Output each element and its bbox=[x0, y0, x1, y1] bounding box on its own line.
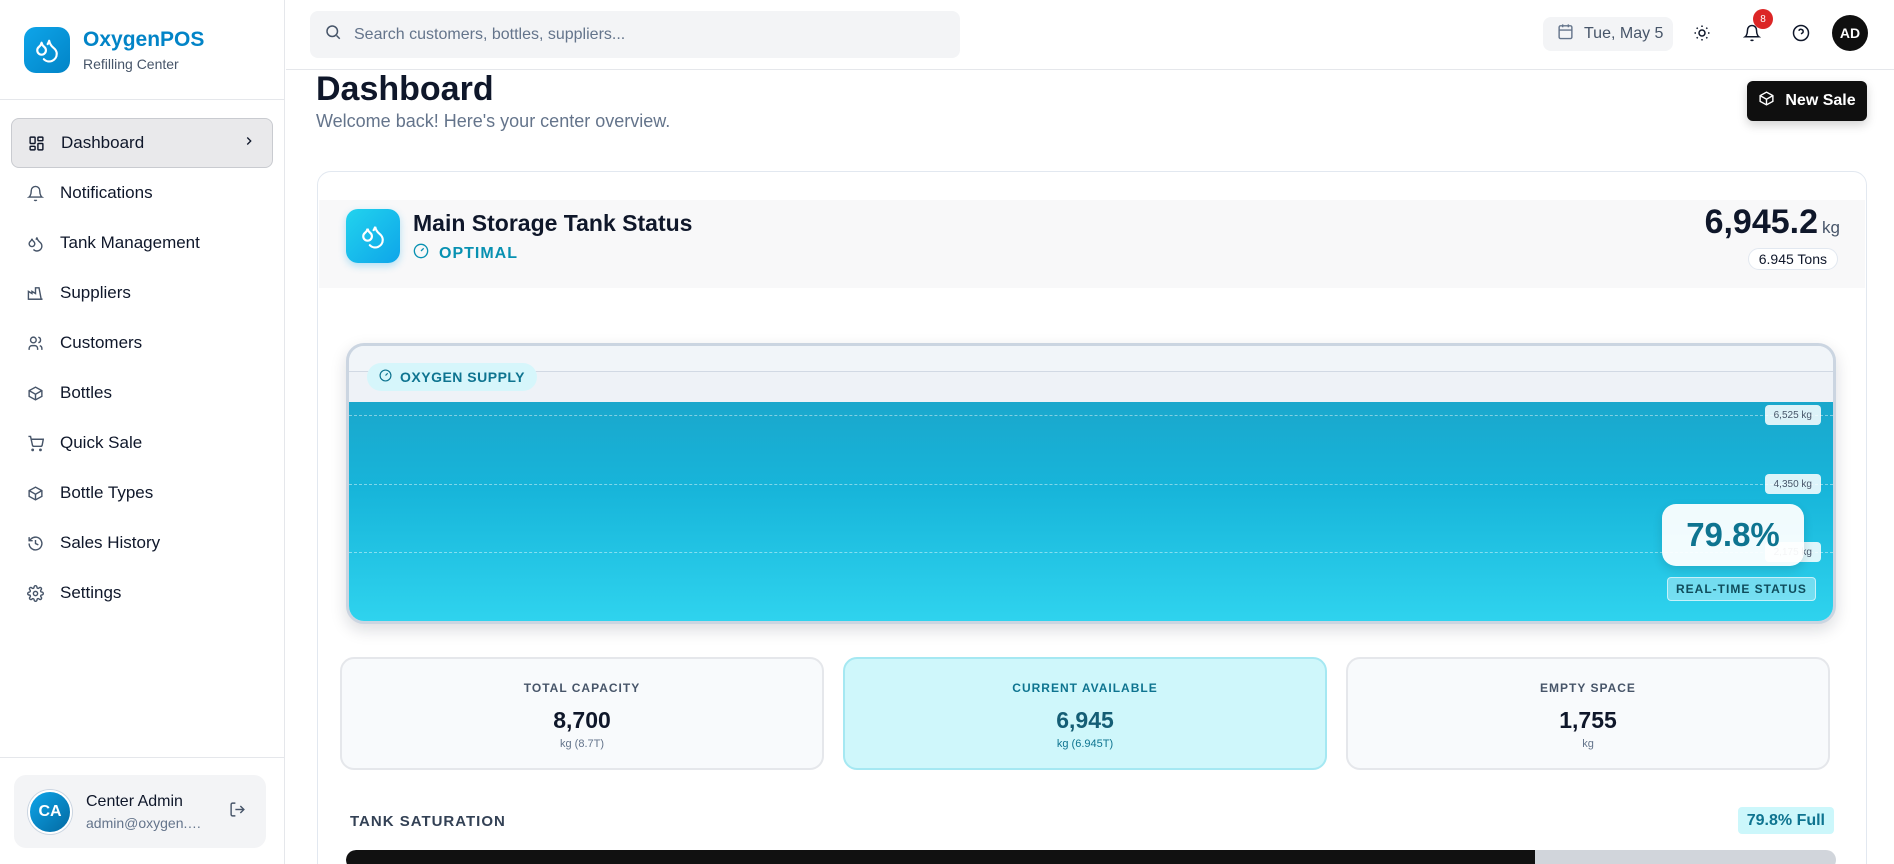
sidebar-item-sales-history[interactable]: Sales History bbox=[11, 518, 273, 568]
tank-gridline-label: 6,525 kg bbox=[1764, 405, 1821, 425]
stat-unit: kg (6.945T) bbox=[1056, 738, 1114, 750]
tank-liquid bbox=[349, 402, 1833, 621]
user-avatar-button[interactable]: AD bbox=[1832, 15, 1868, 51]
tank-saturation-label: TANK SATURATION bbox=[350, 813, 506, 830]
tank-gridline-label: 4,350 kg bbox=[1764, 474, 1821, 494]
sidebar-item-dashboard[interactable]: Dashboard bbox=[11, 118, 273, 168]
sidebar-item-label: Notifications bbox=[60, 183, 153, 202]
avatar: CA bbox=[28, 789, 72, 834]
stat-unit: kg bbox=[1582, 738, 1594, 750]
layout-grid-icon bbox=[27, 134, 45, 152]
brand[interactable]: OxygenPOS Refilling Center bbox=[0, 0, 284, 100]
tank-status-card: Main Storage Tank Status OPTIMAL 6,945.2… bbox=[317, 171, 1867, 864]
user-email: admin@oxygen.c... bbox=[86, 814, 204, 831]
tank-saturation-fill bbox=[346, 850, 1536, 864]
tank-gridline bbox=[349, 484, 1833, 485]
sidebar-item-label: Sales History bbox=[60, 533, 161, 552]
date-chip[interactable]: Tue, May 5 bbox=[1543, 17, 1673, 51]
gauge-icon bbox=[413, 243, 429, 264]
droplets-icon bbox=[346, 209, 400, 263]
page-title: Dashboard bbox=[316, 70, 494, 108]
tank-status: OPTIMAL bbox=[413, 243, 518, 264]
date-text: Tue, May 5 bbox=[1584, 25, 1664, 42]
stat-label: CURRENT AVAILABLE bbox=[1012, 681, 1158, 695]
brand-name: OxygenPOS bbox=[83, 27, 205, 51]
search-icon bbox=[324, 23, 342, 46]
theme-toggle-sun-icon[interactable] bbox=[1691, 22, 1713, 44]
tank-percent: 79.8% bbox=[1662, 504, 1804, 566]
help-icon[interactable] bbox=[1790, 22, 1812, 44]
cart-icon bbox=[26, 434, 44, 452]
tank-value: 6,945.2 kg bbox=[1705, 203, 1840, 242]
topbar: Tue, May 5 8 AD bbox=[286, 0, 1894, 70]
sidebar-item-bottles[interactable]: Bottles bbox=[11, 368, 273, 418]
tank-gridline bbox=[349, 415, 1833, 416]
sidebar-item-label: Settings bbox=[60, 583, 122, 602]
stat-value: 1,755 bbox=[1559, 707, 1617, 733]
brand-subtitle: Refilling Center bbox=[83, 55, 179, 72]
stat-value: 6,945 bbox=[1056, 707, 1114, 733]
droplets-icon bbox=[26, 234, 44, 252]
stat-unit: kg (8.7T) bbox=[559, 738, 604, 750]
stat-value: 8,700 bbox=[553, 707, 611, 733]
package-icon bbox=[26, 384, 44, 402]
users-icon bbox=[26, 334, 44, 352]
oxygen-supply-label: OXYGEN SUPPLY bbox=[400, 369, 526, 385]
package-icon bbox=[26, 484, 44, 502]
sidebar-item-suppliers[interactable]: Suppliers bbox=[11, 268, 273, 318]
stat-label: TOTAL CAPACITY bbox=[523, 681, 641, 695]
new-sale-label: New Sale bbox=[1785, 92, 1856, 109]
stat-label: EMPTY SPACE bbox=[1540, 681, 1636, 695]
oxygen-supply-badge: OXYGEN SUPPLY bbox=[367, 363, 538, 391]
user-name: Center Admin bbox=[86, 792, 183, 810]
bell-icon bbox=[26, 184, 44, 202]
sidebar-item-label: Customers bbox=[60, 333, 143, 352]
tank-gridline bbox=[349, 552, 1833, 553]
notification-badge: 8 bbox=[1753, 9, 1773, 29]
tank-saturation-bar bbox=[346, 850, 1836, 864]
sidebar-item-settings[interactable]: Settings bbox=[11, 568, 273, 618]
logout-icon[interactable] bbox=[229, 801, 246, 823]
calendar-icon bbox=[1557, 23, 1574, 45]
sidebar-item-label: Tank Management bbox=[60, 233, 200, 252]
search-box[interactable] bbox=[310, 11, 960, 58]
sidebar-nav: Dashboard Notifications Tank Management … bbox=[0, 100, 284, 618]
gauge-icon bbox=[379, 369, 392, 385]
sidebar-item-label: Bottles bbox=[60, 383, 112, 402]
tank-tons-badge: 6.945 Tons bbox=[1747, 248, 1838, 270]
sidebar-item-notifications[interactable]: Notifications bbox=[11, 168, 273, 218]
tank-visual: OXYGEN SUPPLY 6,525 kg4,350 kg2,175 kg 7… bbox=[346, 343, 1836, 624]
sidebar: OxygenPOS Refilling Center Dashboard Not… bbox=[0, 0, 285, 864]
factory-icon bbox=[26, 284, 44, 302]
sidebar-item-label: Bottle Types bbox=[60, 483, 154, 502]
sidebar-item-label: Suppliers bbox=[60, 283, 131, 302]
sidebar-divider bbox=[0, 757, 284, 758]
tank-value-number: 6,945.2 bbox=[1704, 203, 1819, 241]
sidebar-item-label: Quick Sale bbox=[60, 433, 143, 452]
new-sale-button[interactable]: New Sale bbox=[1747, 81, 1867, 121]
tank-title: Main Storage Tank Status bbox=[413, 210, 693, 236]
stat-empty-space: EMPTY SPACE 1,755 kg bbox=[1346, 657, 1830, 770]
history-icon bbox=[26, 534, 44, 552]
tank-status-text: OPTIMAL bbox=[439, 244, 518, 262]
sidebar-item-tank-management[interactable]: Tank Management bbox=[11, 218, 273, 268]
stat-current-available: CURRENT AVAILABLE 6,945 kg (6.945T) bbox=[843, 657, 1327, 770]
sidebar-item-customers[interactable]: Customers bbox=[11, 318, 273, 368]
tank-empty-space bbox=[349, 346, 1833, 372]
sidebar-item-label: Dashboard bbox=[61, 133, 145, 152]
package-plus-icon bbox=[1758, 90, 1775, 112]
sidebar-item-quick-sale[interactable]: Quick Sale bbox=[11, 418, 273, 468]
chevron-right-icon bbox=[242, 133, 256, 153]
gear-icon bbox=[26, 584, 44, 602]
user-profile-card[interactable]: CA Center Admin admin@oxygen.c... bbox=[14, 775, 266, 848]
sidebar-item-bottle-types[interactable]: Bottle Types bbox=[11, 468, 273, 518]
realtime-status-label: REAL-TIME STATUS bbox=[1667, 577, 1816, 601]
stat-total-capacity: TOTAL CAPACITY 8,700 kg (8.7T) bbox=[340, 657, 824, 770]
tank-value-unit: kg bbox=[1822, 218, 1840, 237]
search-input[interactable] bbox=[354, 25, 914, 44]
tank-saturation-badge: 79.8% Full bbox=[1737, 807, 1834, 834]
page-subtitle: Welcome back! Here's your center overvie… bbox=[316, 111, 671, 131]
droplets-logo-icon bbox=[24, 26, 70, 73]
